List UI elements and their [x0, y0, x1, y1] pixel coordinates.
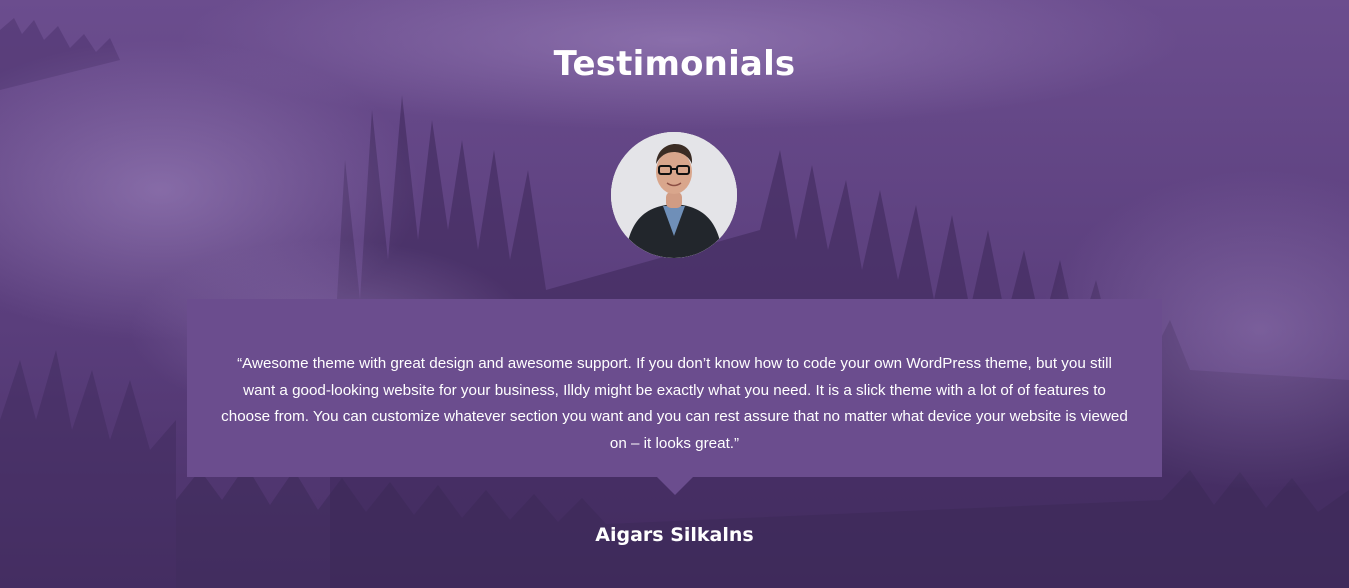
testimonial-author: Aigars Silkalns: [595, 524, 754, 546]
section-title: Testimonials: [553, 44, 796, 84]
person-photo-icon: [611, 132, 737, 258]
testimonial-quote-box: “Awesome theme with great design and awe…: [187, 299, 1162, 477]
quote-pointer-arrow: [657, 477, 693, 495]
author-avatar: [611, 132, 737, 258]
testimonial-quote: “Awesome theme with great design and awe…: [221, 355, 1128, 452]
forest-fog-background-image: [0, 0, 1349, 588]
section-background: [0, 0, 1349, 588]
